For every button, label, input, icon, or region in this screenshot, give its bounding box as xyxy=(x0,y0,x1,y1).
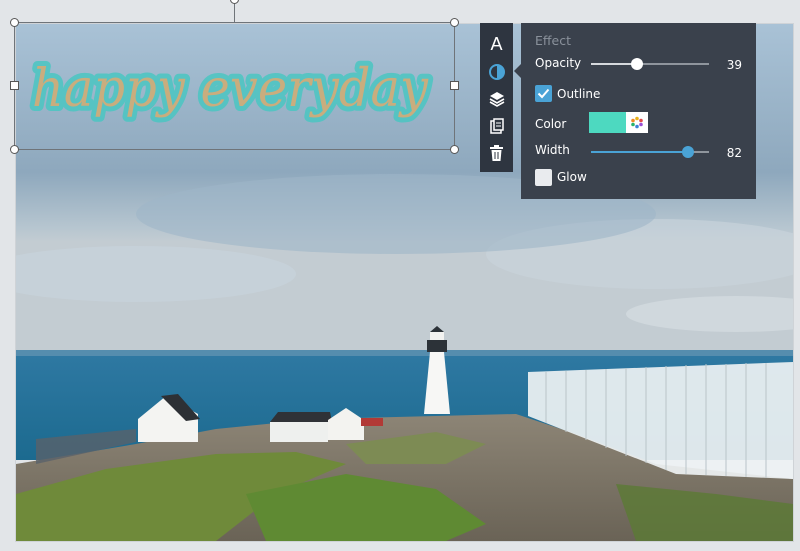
checkmark-icon xyxy=(537,88,550,99)
trash-icon xyxy=(490,145,503,161)
text-tool-button[interactable]: A xyxy=(480,31,513,57)
half-circle-icon xyxy=(488,64,505,80)
width-slider-thumb[interactable] xyxy=(682,146,694,158)
resize-handle-top-left[interactable] xyxy=(10,18,19,27)
duplicate-tool-button[interactable] xyxy=(480,113,513,139)
element-toolbar: A xyxy=(480,23,513,172)
resize-handle-top-right[interactable] xyxy=(450,18,459,27)
width-slider-fill xyxy=(591,151,688,153)
outline-checkbox[interactable] xyxy=(535,85,552,102)
text-icon: A xyxy=(490,33,503,54)
outline-label: Outline xyxy=(557,87,601,101)
effect-tool-button[interactable] xyxy=(480,59,513,85)
panel-pointer xyxy=(514,64,521,78)
copy-icon xyxy=(489,118,504,134)
width-slider[interactable] xyxy=(591,146,709,158)
outline-color-swatch[interactable] xyxy=(589,112,626,133)
layers-icon xyxy=(489,92,504,107)
color-label: Color xyxy=(535,117,567,131)
width-value: 82 xyxy=(726,146,742,160)
selection-box[interactable] xyxy=(10,18,459,154)
glow-checkbox[interactable] xyxy=(535,169,552,186)
opacity-value: 39 xyxy=(726,58,742,72)
resize-handle-bottom-right[interactable] xyxy=(450,145,459,154)
delete-tool-button[interactable] xyxy=(480,140,513,166)
color-wheel-icon xyxy=(631,116,643,129)
resize-handle-right[interactable] xyxy=(450,81,459,90)
resize-handle-bottom-left[interactable] xyxy=(10,145,19,154)
glow-label: Glow xyxy=(557,170,587,184)
opacity-slider[interactable] xyxy=(591,58,709,70)
layers-tool-button[interactable] xyxy=(480,86,513,112)
rotate-handle[interactable] xyxy=(230,0,239,4)
width-label: Width xyxy=(535,143,570,157)
opacity-label: Opacity xyxy=(535,56,582,70)
color-picker-button[interactable] xyxy=(626,112,648,133)
resize-handle-left[interactable] xyxy=(10,81,19,90)
effect-panel: Effect Opacity 39 Outline Color Width 82… xyxy=(521,23,756,199)
opacity-slider-thumb[interactable] xyxy=(631,58,643,70)
panel-title: Effect xyxy=(535,33,571,48)
